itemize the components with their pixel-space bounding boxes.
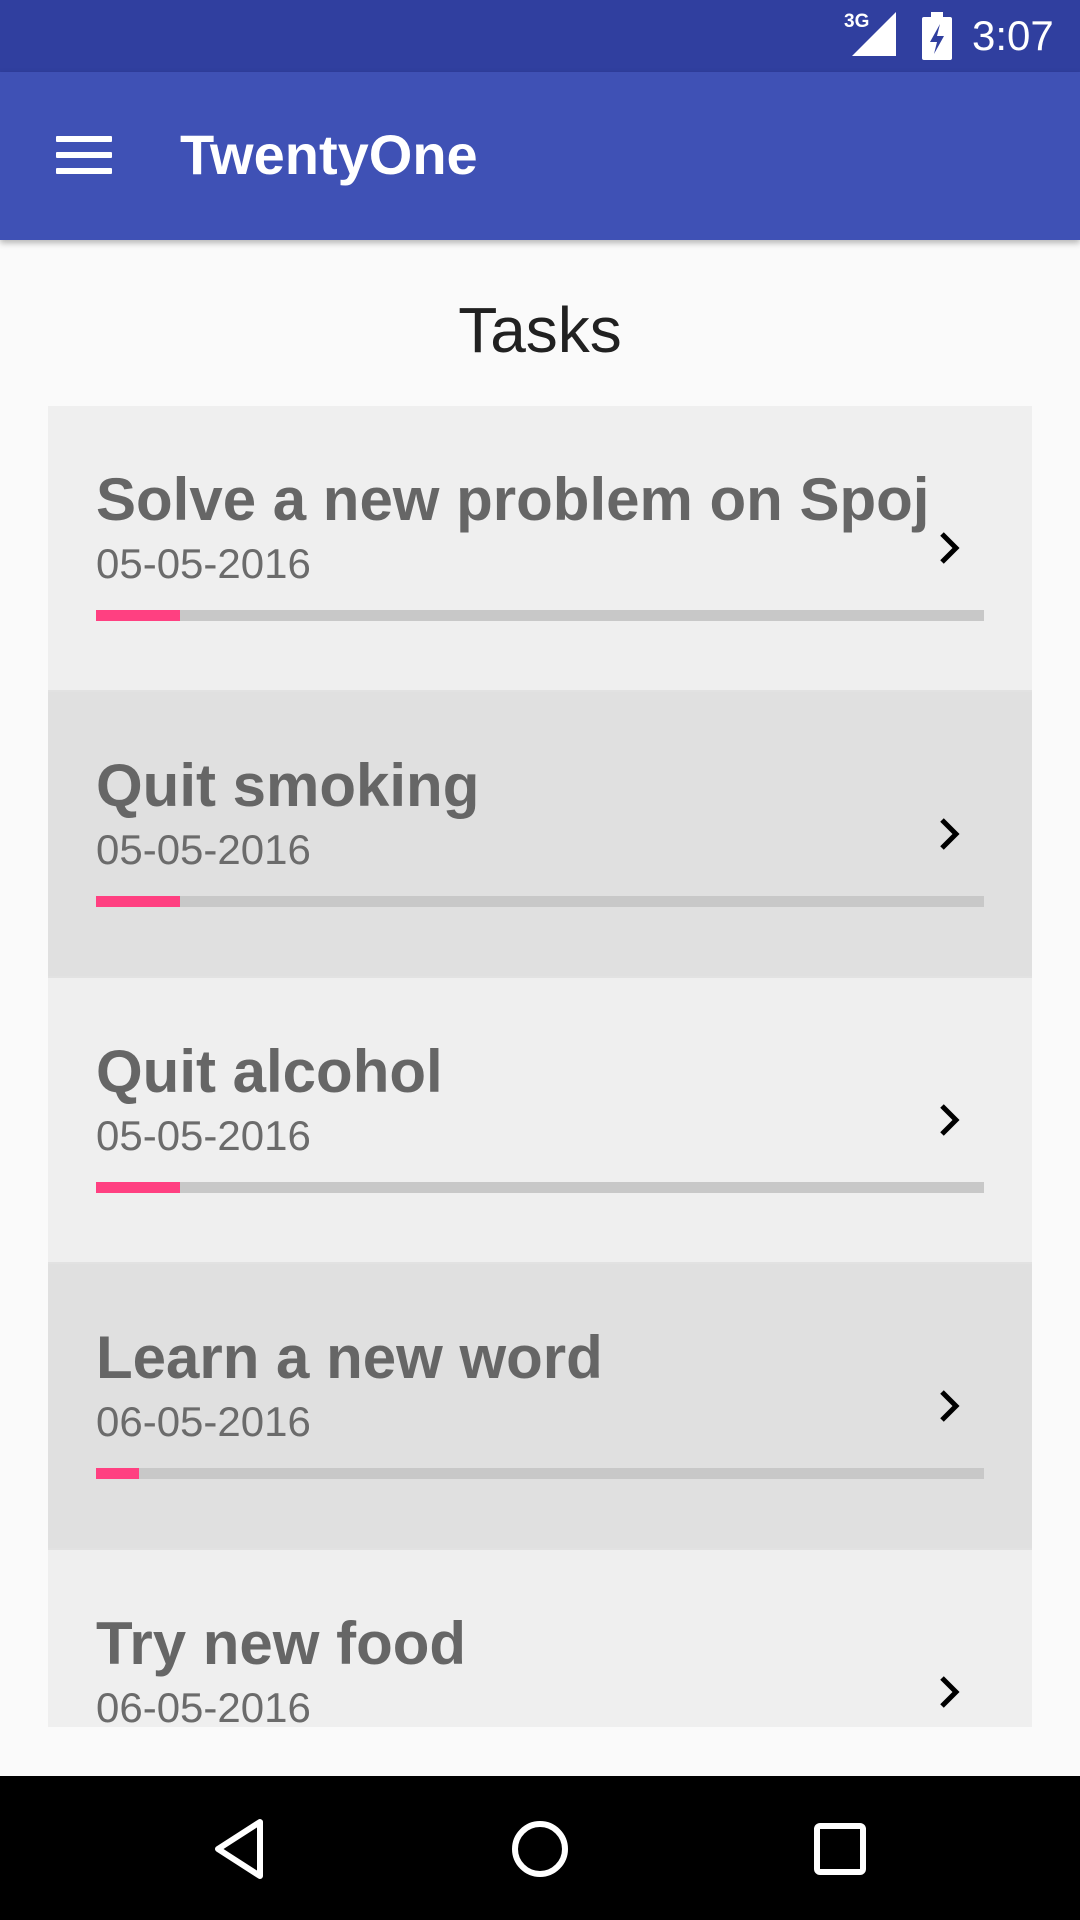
clock: 3:07 xyxy=(972,12,1054,59)
signal-icon xyxy=(852,12,896,56)
progress-fill xyxy=(96,1182,181,1193)
battery-charging-icon xyxy=(922,12,952,60)
chevron-right-icon xyxy=(940,1390,960,1422)
task-date: 05-05-2016 xyxy=(96,1112,311,1159)
status-bar: 3G 3:07 xyxy=(0,0,1080,72)
task-card[interactable]: Quit alcohol 05-05-2016 xyxy=(48,978,1032,1264)
task-card[interactable]: Try new food 06-05-2016 xyxy=(48,1550,1032,1727)
home-icon[interactable] xyxy=(492,1804,588,1894)
chevron-right-icon xyxy=(940,818,960,850)
task-list: Solve a new problem on Spoj 05-05-2016 Q… xyxy=(48,406,1032,1727)
navigation-bar xyxy=(0,1776,1080,1920)
progress-bar xyxy=(96,896,984,907)
chevron-right-icon xyxy=(940,1676,960,1708)
progress-bar xyxy=(96,1468,984,1479)
task-card[interactable]: Solve a new problem on Spoj 05-05-2016 xyxy=(48,406,1032,692)
progress-fill xyxy=(96,1468,139,1479)
page-title: Tasks xyxy=(458,294,622,366)
task-card[interactable]: Learn a new word 06-05-2016 xyxy=(48,1264,1032,1550)
back-icon[interactable] xyxy=(192,1804,288,1894)
progress-fill xyxy=(96,896,181,907)
app-title: TwentyOne xyxy=(180,123,478,186)
task-title: Quit smoking xyxy=(96,752,480,819)
task-date: 06-05-2016 xyxy=(96,1684,311,1727)
chevron-right-icon xyxy=(940,532,960,564)
task-title: Learn a new word xyxy=(96,1324,603,1391)
task-title: Try new food xyxy=(96,1610,467,1677)
app-bar: TwentyOne xyxy=(0,72,1080,240)
progress-bar xyxy=(96,1182,984,1193)
hamburger-menu-icon[interactable] xyxy=(40,122,130,188)
task-title: Solve a new problem on Spoj xyxy=(96,466,930,533)
task-date: 05-05-2016 xyxy=(96,826,311,873)
progress-bar xyxy=(96,610,984,621)
task-date: 05-05-2016 xyxy=(96,540,311,587)
task-date: 06-05-2016 xyxy=(96,1398,311,1445)
recents-icon[interactable] xyxy=(792,1804,888,1894)
task-card[interactable]: Quit smoking 05-05-2016 xyxy=(48,692,1032,978)
task-title: Quit alcohol xyxy=(96,1038,443,1105)
progress-fill xyxy=(96,610,181,621)
chevron-right-icon xyxy=(940,1104,960,1136)
